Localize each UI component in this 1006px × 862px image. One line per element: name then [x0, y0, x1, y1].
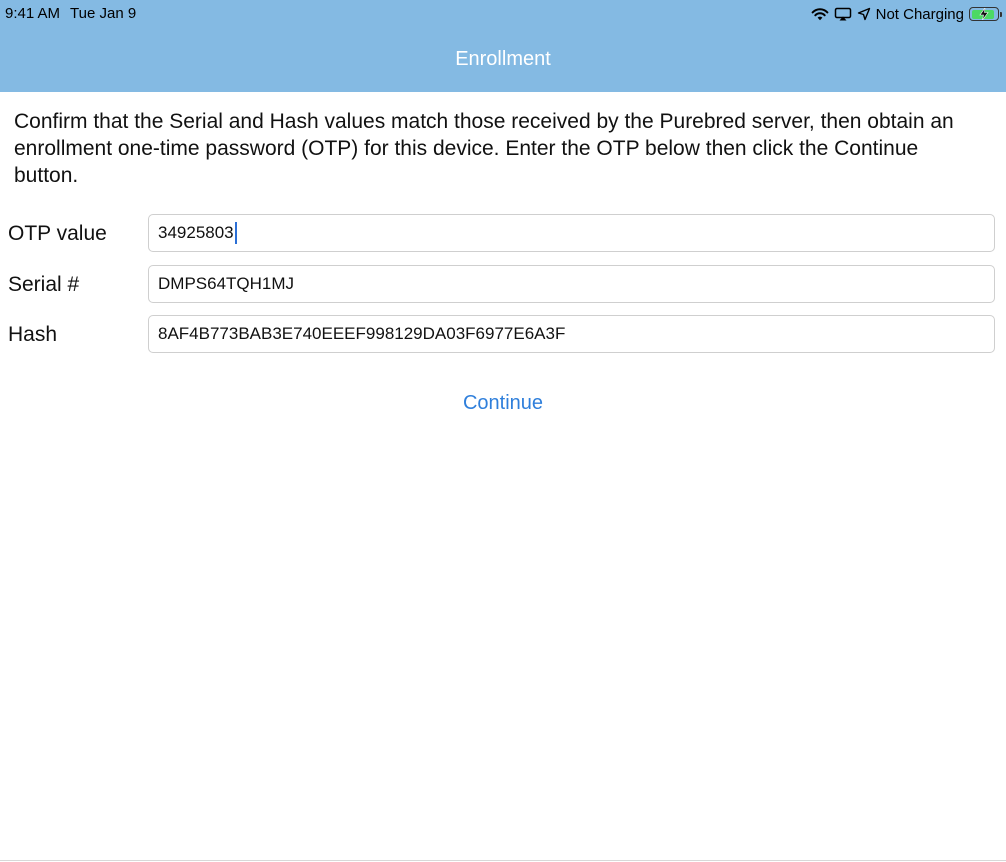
- enrollment-screen: 9:41 AM Tue Jan 9 Not Charging Enrollmen…: [0, 0, 1006, 862]
- otp-input[interactable]: 34925803: [148, 214, 995, 252]
- continue-button[interactable]: Continue: [0, 390, 1006, 416]
- charging-status-text: Not Charging: [875, 5, 964, 23]
- status-date: Tue Jan 9: [70, 5, 137, 22]
- status-bar-time-date: 9:41 AM Tue Jan 9: [5, 4, 136, 24]
- hash-input[interactable]: 8AF4B773BAB3E740EEEF998129DA03F6977E6A3F: [148, 315, 995, 353]
- wifi-icon: [811, 7, 829, 21]
- airplay-icon: [834, 7, 852, 21]
- otp-label: OTP value: [8, 222, 107, 245]
- hash-value: 8AF4B773BAB3E740EEEF998129DA03F6977E6A3F: [158, 324, 566, 343]
- header-bar: 9:41 AM Tue Jan 9 Not Charging Enrollmen…: [0, 0, 1006, 92]
- serial-input[interactable]: DMPS64TQH1MJ: [148, 265, 995, 303]
- hash-row: Hash 8AF4B773BAB3E740EEEF998129DA03F6977…: [0, 315, 1006, 355]
- bottom-divider: [0, 860, 1006, 861]
- serial-row: Serial # DMPS64TQH1MJ: [0, 265, 1006, 305]
- text-cursor: [234, 222, 237, 244]
- instructions-text: Confirm that the Serial and Hash values …: [14, 110, 954, 187]
- otp-value: 34925803: [158, 223, 234, 242]
- serial-label: Serial #: [8, 273, 80, 296]
- otp-row: OTP value 34925803: [0, 214, 1006, 254]
- location-icon: [857, 7, 871, 21]
- serial-value: DMPS64TQH1MJ: [158, 274, 295, 293]
- status-bar-indicators: Not Charging: [811, 3, 1002, 25]
- battery-icon: [969, 7, 1002, 21]
- hash-label: Hash: [8, 323, 58, 346]
- page-title: Enrollment: [455, 48, 551, 70]
- status-time: 9:41 AM: [5, 5, 61, 22]
